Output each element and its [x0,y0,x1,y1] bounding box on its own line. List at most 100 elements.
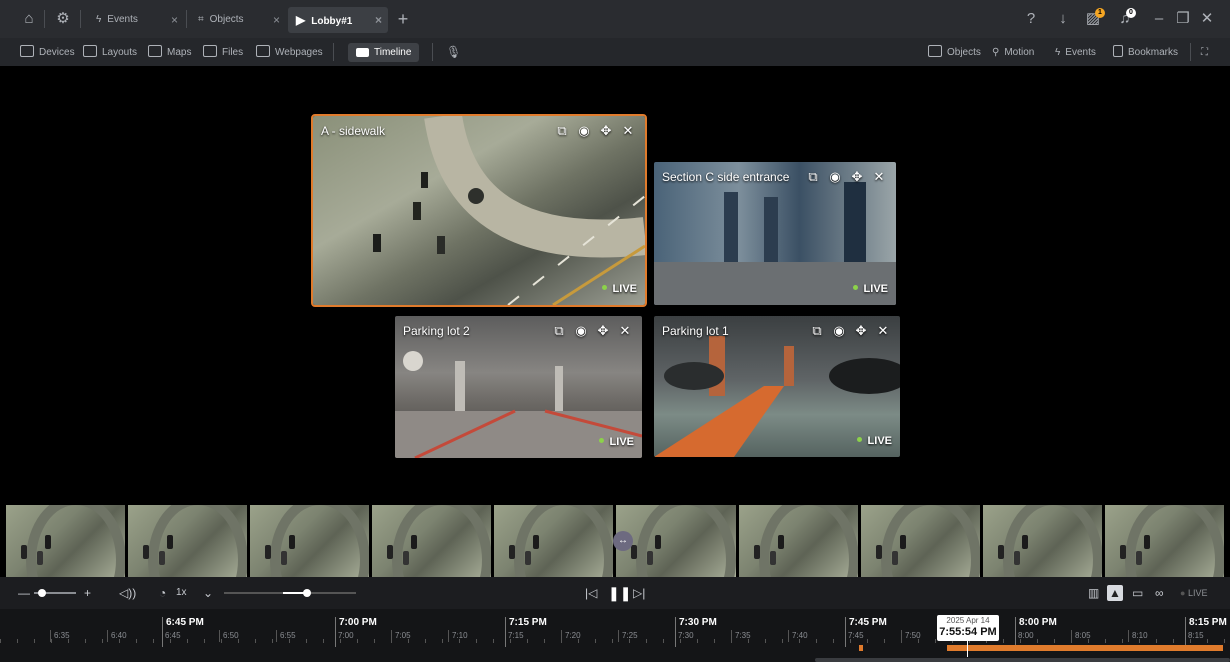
minor-time-label: 8:00 [1018,631,1034,640]
timeline-scrollbar[interactable] [815,658,1230,662]
minor-time-label: 6:35 [50,630,70,642]
camera-title: Parking lot 2 [403,324,470,338]
minor-time-label: 7:00 [338,631,354,640]
camera-tile-parking-lot-2[interactable]: Parking lot 2 ⧉ ◉ ✥ ✕ LIVE [395,316,642,458]
thumbnail-frame [372,505,492,577]
live-button[interactable]: ● LIVE [1180,585,1207,601]
zoom-in-icon[interactable]: + [84,585,91,601]
timeline-ruler[interactable]: 6:45 PM 7:00 PM 7:15 PM 7:30 PM 7:45 PM … [0,609,1230,662]
live-indicator: LIVE [602,283,637,295]
minor-time-label: 6:50 [219,630,239,642]
volume-icon[interactable]: ◁)) [119,585,136,601]
events-search-button[interactable]: ϟ Events [1055,44,1096,61]
thumbnail-frame [860,505,980,577]
webpages-label: Webpages [275,47,323,58]
webpages-button[interactable]: Webpages [256,44,323,61]
minor-time-label: 7:30 [678,631,694,640]
maps-button[interactable]: Maps [148,44,191,61]
close-icon[interactable]: ✕ [876,324,890,338]
camera-controls: ⧉ ◉ ✥ ✕ [555,124,635,140]
bookmark-icon [1113,45,1123,57]
link-icon[interactable]: ∞ [1155,585,1164,601]
ptz-move-icon[interactable]: ✥ [599,124,613,138]
tab-objects-close-icon[interactable]: × [273,7,280,33]
snapshot-camera-icon[interactable]: ◉ [574,324,588,338]
camera-tile-sidewalk[interactable]: A - sidewalk ⧉ ◉ ✥ ✕ LIVE [311,114,647,307]
ptz-move-icon[interactable]: ✥ [854,324,868,338]
events-label: Events [1065,47,1096,58]
camera-tile-section-c[interactable]: Section C side entrance ⧉ ◉ ✥ ✕ LIVE [654,162,896,305]
exports-badge: 1 [1095,8,1105,18]
zoom-out-icon[interactable]: — [18,585,30,601]
restore-icon[interactable]: ❐ [1174,10,1192,28]
tab-events[interactable]: ϟ Events × [88,7,184,33]
minor-time-label: 6:45 [165,631,181,640]
objects-search-button[interactable]: Objects [928,44,981,61]
tab-events-close-icon[interactable]: × [171,7,178,33]
tab-lobby-close-icon[interactable]: × [375,7,382,33]
speed-value[interactable]: 1x [176,585,187,601]
scrub-handle-icon[interactable]: ↔ [613,531,633,551]
microphone-icon[interactable]: 🎙 [446,44,461,61]
download-icon[interactable]: ↓ [1054,10,1072,28]
snapshot-camera-icon[interactable]: ◉ [832,324,846,338]
divider [1190,43,1191,61]
picture-in-picture-icon[interactable]: ⧉ [806,170,820,184]
chevron-down-icon[interactable]: ⌄ [203,585,213,601]
recording-segment[interactable] [947,645,1223,651]
ptz-move-icon[interactable]: ✥ [850,170,864,184]
fullscreen-icon[interactable]: ⛶ [1201,44,1208,61]
minor-time-label: 7:20 [561,630,581,642]
thumbnail-frame [1104,505,1224,577]
tab-events-label: Events [107,14,138,25]
motion-search-button[interactable]: ⚲ Motion [992,44,1034,61]
camera-title: Section C side entrance [662,170,790,184]
minor-time-label: 7:35 [731,630,751,642]
thumbnails-view-icon[interactable]: ▲ [1107,585,1123,601]
picture-in-picture-icon[interactable]: ⧉ [555,124,569,138]
home-icon[interactable]: ⌂ [20,10,38,28]
camera-controls: ⧉ ◉ ✥ ✕ [810,324,890,340]
tab-lobby[interactable]: ▶ Lobby#1 × [288,7,388,33]
picture-in-picture-icon[interactable]: ⧉ [810,324,824,338]
close-icon[interactable]: ✕ [618,324,632,338]
ptz-move-icon[interactable]: ✥ [596,324,610,338]
layouts-button[interactable]: Layouts [83,44,137,61]
objects-label: Objects [947,47,981,58]
minor-time-label: 7:40 [788,630,808,642]
zoom-slider-knob[interactable] [38,589,46,597]
live-indicator: LIVE [599,436,634,448]
calendar-icon[interactable]: ▭ [1132,585,1143,601]
pause-icon[interactable]: ❚❚ [608,585,631,601]
timeline-button[interactable]: Timeline [348,43,420,62]
next-frame-icon[interactable]: ▷| [633,585,645,601]
close-window-icon[interactable]: ✕ [1198,10,1216,28]
play-icon: ▶ [296,13,306,27]
tab-objects-label: Objects [209,14,244,25]
objects-scan-icon: ⌗ [198,14,204,25]
snapshot-camera-icon[interactable]: ◉ [828,170,842,184]
main-toolbar: Devices Layouts Maps Files Webpages Time… [0,38,1230,66]
minimize-icon[interactable]: – [1150,10,1168,28]
add-tab-icon[interactable]: + [394,10,412,28]
chart-icon[interactable]: ▥ [1088,585,1099,601]
recording-segment[interactable] [859,645,863,651]
tab-objects[interactable]: ⌗ Objects × [190,7,286,33]
thumbnail-frame [250,505,370,577]
snapshot-camera-icon[interactable]: ◉ [577,124,591,138]
picture-in-picture-icon[interactable]: ⧉ [552,324,566,338]
speed-slider-knob[interactable] [303,589,311,597]
tab-bar: ⌂ ⚙ ϟ Events × ⌗ Objects × ▶ Lobby#1 × + ? … [0,0,1230,38]
files-button[interactable]: Files [203,44,243,61]
camera-tile-parking-lot-1[interactable]: Parking lot 1 ⧉ ◉ ✥ ✕ LIVE [654,316,900,457]
divider [80,10,81,28]
timeline-icon [356,48,369,57]
help-icon[interactable]: ? [1022,10,1040,28]
timeline-label: Timeline [374,47,412,58]
close-icon[interactable]: ✕ [872,170,886,184]
settings-gear-icon[interactable]: ⚙ [54,10,72,28]
bookmarks-button[interactable]: Bookmarks [1113,44,1178,61]
close-icon[interactable]: ✕ [621,124,635,138]
devices-button[interactable]: Devices [20,44,75,61]
previous-frame-icon[interactable]: |◁ [585,585,597,601]
